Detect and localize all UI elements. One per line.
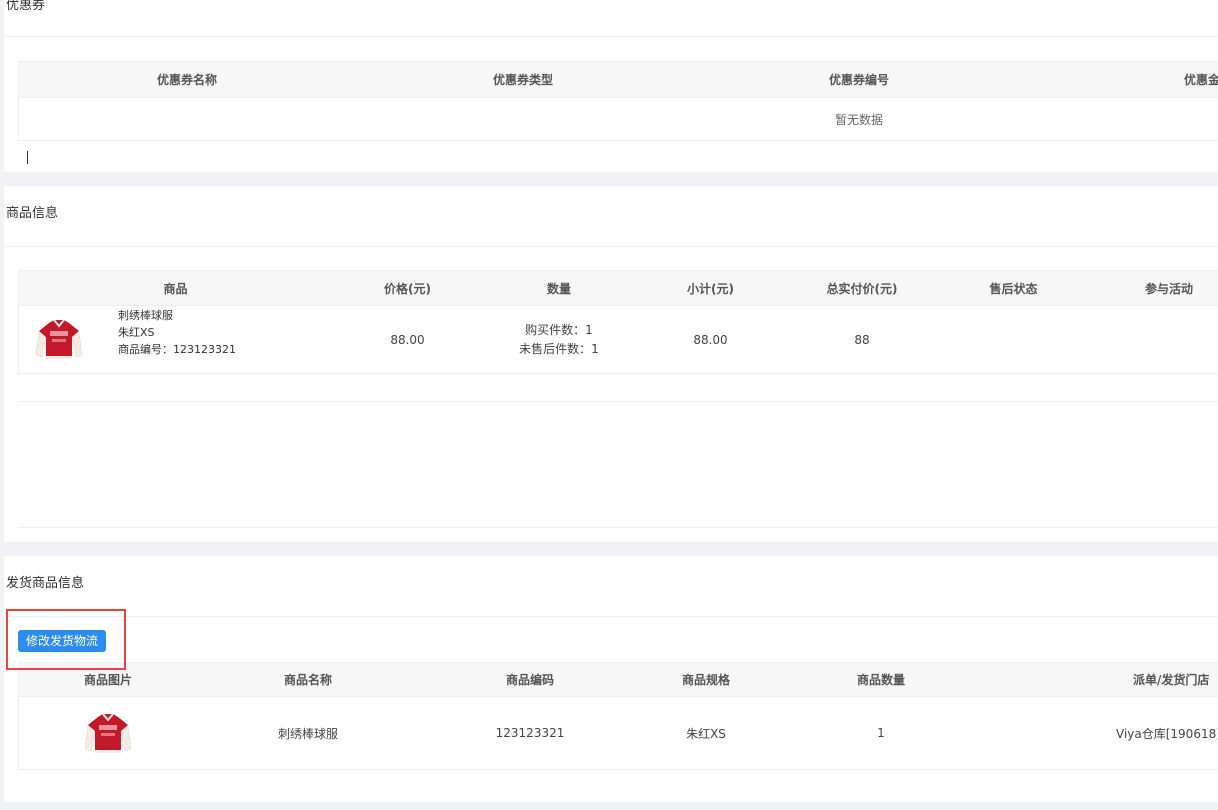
col-header-coupon-amount: 优惠金额 [1027,61,1218,98]
divider [18,527,1218,528]
buy-quantity: 购买件数：1 [525,322,593,337]
coupon-table: 优惠券名称 优惠券类型 优惠券编号 优惠金额 暂无数据 [19,61,1218,141]
empty-data-text: 暂无数据 [19,97,1218,141]
divider [18,401,1218,402]
product-text: 刺绣棒球服 朱红XS 商品编号：123123321 [118,307,236,358]
quantity-cell: 购买件数：1 未售后件数：1 [483,305,635,374]
total-paid-cell: 88 [786,305,938,374]
code-cell: 123123321 [419,696,641,770]
highlight-box [6,609,126,670]
shipment-table-wrap: 商品图片 商品名称 商品编码 商品规格 商品数量 派单/发货门店 刺绣棒球服 1… [18,662,1218,770]
activity-cell [1089,305,1218,374]
coupon-card: 优惠券 优惠券名称 优惠券类型 优惠券编号 优惠金额 暂无数据 [4,0,1218,172]
product-cell: 刺绣棒球服 朱红XS 商品编号：123123321 [19,305,332,374]
divider [4,246,1218,247]
image-cell [19,696,197,770]
price-cell: 88.00 [332,305,483,374]
qty-cell: 1 [771,696,991,770]
shipment-table: 商品图片 商品名称 商品编码 商品规格 商品数量 派单/发货门店 刺绣棒球服 1… [19,662,1218,770]
product-name: 刺绣棒球服 [118,308,173,322]
col-header-store: 派单/发货门店 [991,662,1218,697]
product-image [36,318,82,359]
col-header-spec: 商品规格 [641,662,771,697]
col-header-coupon-name: 优惠券名称 [19,61,355,98]
shipment-card: 发货商品信息 修改发货物流 商品图片 商品名称 商品编码 商品规格 商品数量 派… [4,556,1218,802]
product-spec: 朱红XS [118,325,155,339]
subtotal-cell: 88.00 [635,305,786,374]
shipment-section-title: 发货商品信息 [6,576,85,591]
coupon-table-wrap: 优惠券名称 优惠券类型 优惠券编号 优惠金额 暂无数据 [18,61,1218,141]
table-row: 刺绣棒球服 朱红XS 商品编号：123123321 88.00 购买件数：1 未… [19,305,1218,374]
col-header-code: 商品编码 [419,662,641,697]
col-header-subtotal: 小计(元) [635,270,786,306]
spec-cell: 朱红XS [641,696,771,770]
product-code: 商品编号：123123321 [118,342,236,356]
goods-section-title: 商品信息 [6,206,59,221]
goods-table: 商品 价格(元) 数量 小计(元) 总实付价(元) 售后状态 参与活动 刺绣棒球… [19,270,1218,374]
col-header-activity: 参与活动 [1089,270,1218,306]
col-header-price: 价格(元) [332,270,483,306]
name-cell: 刺绣棒球服 [197,696,419,770]
divider [4,36,1218,37]
goods-table-wrap: 商品 价格(元) 数量 小计(元) 总实付价(元) 售后状态 参与活动 刺绣棒球… [18,270,1218,374]
col-header-quantity: 数量 [483,270,635,306]
goods-info-card: 商品信息 商品 价格(元) 数量 小计(元) 总实付价(元) 售后状态 参与活动 [4,186,1218,542]
col-header-coupon-type: 优惠券类型 [355,61,691,98]
col-header-coupon-code: 优惠券编号 [691,61,1027,98]
divider [4,616,1218,617]
text-cursor [27,151,28,164]
unsold-quantity: 未售后件数：1 [519,341,599,356]
col-header-qty: 商品数量 [771,662,991,697]
table-row: 刺绣棒球服 123123321 朱红XS 1 Viya仓库[190618] [19,696,1218,770]
col-header-product: 商品 [19,270,332,306]
after-sale-cell [938,305,1089,374]
col-header-after-sale: 售后状态 [938,270,1089,306]
col-header-total-paid: 总实付价(元) [786,270,938,306]
store-cell: Viya仓库[190618] [991,696,1218,770]
product-image [85,713,131,753]
col-header-name: 商品名称 [197,662,419,697]
coupon-section-title: 优惠券 [6,0,46,13]
